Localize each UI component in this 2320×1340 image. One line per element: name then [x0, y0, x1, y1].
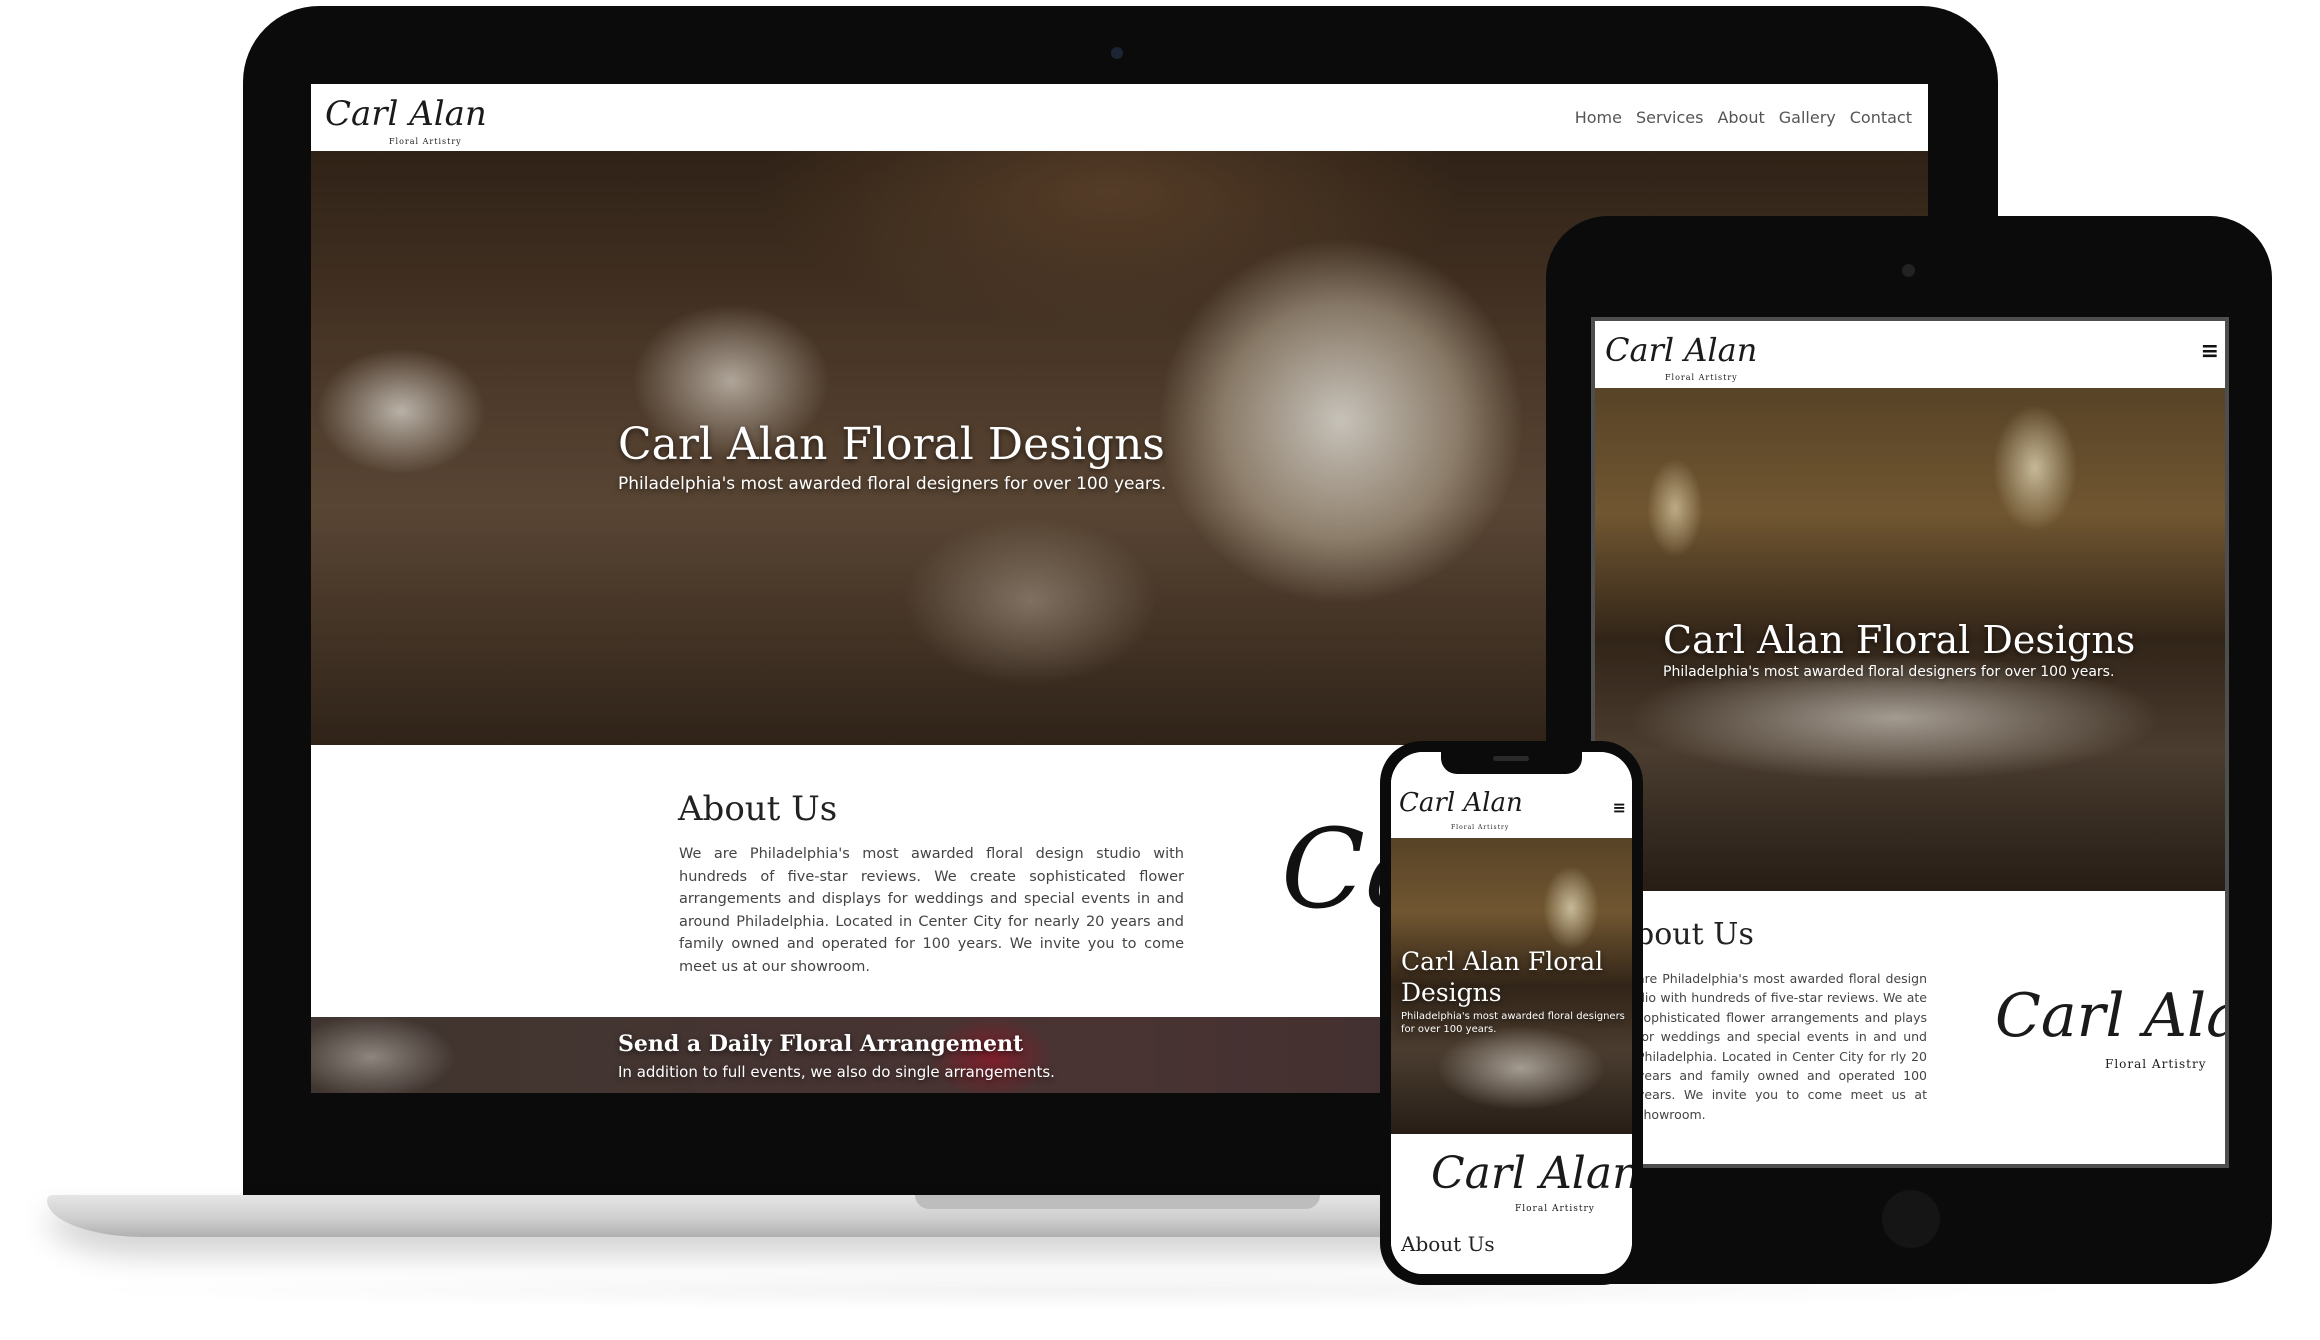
phone-logo-sub: Floral Artistry: [1451, 824, 1510, 831]
phone-signature-sub: Floral Artistry: [1515, 1204, 1595, 1214]
tablet-logo[interactable]: Carl Alan Floral Artistry: [1605, 327, 1757, 385]
nav-contact[interactable]: Contact: [1850, 108, 1912, 127]
phone-signature-main: Carl Alan: [1431, 1148, 1632, 1199]
about-text: We are Philadelphia's most awarded flora…: [679, 846, 1184, 975]
tablet-hero-text: Carl Alan Floral Designs Philadelphia's …: [1663, 618, 2135, 680]
phone-hero: Carl Alan Floral Designs Philadelphia's …: [1391, 838, 1632, 1134]
phone-signature-logo: Carl Alan Floral Artistry: [1431, 1148, 1632, 1220]
tablet-about-text: are Philadelphia's most awarded floral d…: [1637, 971, 1927, 1122]
site-logo[interactable]: Carl Alan Floral Artistry: [325, 90, 487, 148]
tablet-hero-subtitle: Philadelphia's most awarded floral desig…: [1663, 664, 2115, 680]
nav-services[interactable]: Services: [1636, 108, 1703, 127]
phone-screen: Carl Alan Floral Artistry ≡ Carl Alan Fl…: [1391, 752, 1632, 1274]
tablet-hero-title: Carl Alan Floral Designs: [1663, 618, 2136, 662]
phone-speaker: [1493, 756, 1529, 761]
desktop-nav: Home Services About Gallery Contact: [1575, 108, 1912, 127]
phone-hero-title-1: Carl Alan Floral: [1401, 947, 1604, 976]
nav-about[interactable]: About: [1717, 108, 1764, 127]
hero-subtitle: Philadelphia's most awarded floral desig…: [618, 474, 1167, 494]
logo-sub-text: Floral Artistry: [389, 137, 462, 146]
tablet-home-button[interactable]: [1882, 1190, 1940, 1248]
laptop-camera: [1111, 47, 1123, 59]
phone-hero-text: Carl Alan Floral Designs Philadelphia's …: [1401, 946, 1629, 1036]
tablet-signature-sub: Floral Artistry: [2105, 1057, 2207, 1071]
nav-home[interactable]: Home: [1575, 108, 1622, 127]
phone-notch: [1441, 750, 1582, 774]
hero-title: Carl Alan Floral Designs: [618, 419, 1165, 470]
laptop-hinge-notch: [915, 1195, 1320, 1209]
tablet-signature-logo: Carl Alan Floral Artistry: [1995, 981, 2225, 1071]
tablet-screen: Carl Alan Floral Artistry ≡ Carl Alan Fl…: [1591, 317, 2229, 1168]
tablet-camera: [1902, 264, 1915, 277]
phone-menu-icon[interactable]: ≡: [1613, 798, 1626, 817]
phone-logo[interactable]: Carl Alan Floral Artistry: [1399, 788, 1523, 834]
tablet-signature-main: Carl Alan: [1995, 981, 2225, 1051]
tablet-hero: Carl Alan Floral Designs Philadelphia's …: [1595, 388, 2225, 891]
phone-about-section: Carl Alan Floral Artistry About Us: [1391, 1134, 1632, 1274]
phone-about-title: About Us: [1401, 1232, 1495, 1256]
daily-subtitle: In addition to full events, we also do s…: [618, 1063, 1055, 1081]
logo-main-text: Carl Alan: [325, 94, 487, 134]
desktop-navbar: Carl Alan Floral Artistry Home Services …: [311, 84, 1928, 151]
nav-gallery[interactable]: Gallery: [1779, 108, 1836, 127]
tablet-about-section: bout Us are Philadelphia's most awarded …: [1595, 891, 2225, 1164]
phone-hero-title-2: Designs: [1401, 978, 1502, 1007]
phone-logo-main: Carl Alan: [1399, 788, 1523, 818]
phone-hero-subtitle: Philadelphia's most awarded floral desig…: [1401, 1011, 1625, 1035]
tablet-about-title: bout Us: [1635, 917, 1754, 952]
tablet-logo-sub: Floral Artistry: [1665, 373, 1738, 382]
desktop-hero-text: Carl Alan Floral Designs Philadelphia's …: [618, 419, 1166, 494]
about-title: About Us: [678, 789, 838, 829]
daily-text: Send a Daily Floral Arrangement In addit…: [618, 1031, 1055, 1081]
tablet-navbar: Carl Alan Floral Artistry ≡: [1595, 321, 2225, 388]
tablet-menu-icon[interactable]: ≡: [2201, 339, 2219, 364]
tablet-logo-main: Carl Alan: [1605, 331, 1758, 369]
daily-title: Send a Daily Floral Arrangement: [618, 1031, 1024, 1057]
